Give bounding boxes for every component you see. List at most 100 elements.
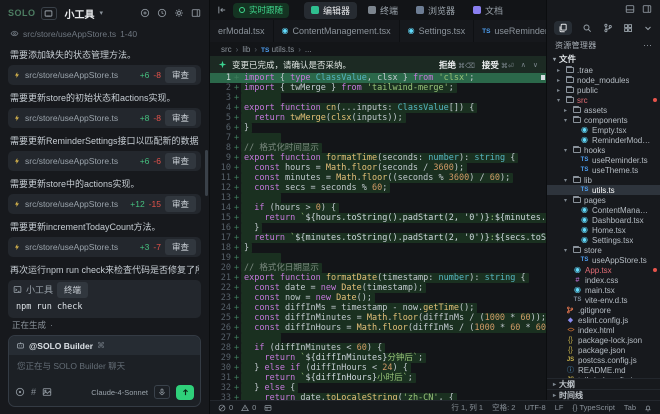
tree-file-ReminderModal.tsx[interactable]: ◉ReminderModal.tsx — [547, 135, 660, 145]
breadcrumb-item[interactable]: src — [221, 45, 232, 54]
status-item[interactable]: Tab — [624, 403, 636, 412]
tree-file-index.css[interactable]: #index.css — [547, 275, 660, 285]
tree-file-README.md[interactable]: ⓘREADME.md — [547, 365, 660, 375]
editor-tab[interactable]: TSuseReminder.ts — [474, 20, 546, 42]
tree-folder-hooks[interactable]: ▾hooks — [547, 145, 660, 155]
status-item[interactable]: UTF-8 — [524, 403, 545, 412]
problems-errors[interactable]: 0 — [218, 403, 233, 412]
collapse-panel-icon[interactable] — [217, 5, 227, 15]
tree-folder-components[interactable]: ▾components — [547, 115, 660, 125]
tree-file-package.json[interactable]: {}package.json — [547, 345, 660, 355]
breadcrumb-item[interactable]: TS utils.ts — [261, 45, 294, 54]
review-button[interactable]: 审查 — [165, 196, 196, 212]
tree-file-index.html[interactable]: <>index.html — [547, 325, 660, 335]
tree-file-useReminder.ts[interactable]: TSuseReminder.ts — [547, 155, 660, 165]
review-button[interactable]: 审查 — [165, 153, 196, 169]
terminal-command-card[interactable]: 小工具终端npm run check — [8, 280, 201, 318]
tree-folder-pages[interactable]: ▾pages — [547, 195, 660, 205]
tree-folder-public[interactable]: ▸public — [547, 85, 660, 95]
image-attach-icon[interactable] — [42, 387, 52, 397]
tree-file-App.tsx[interactable]: ◉App.tsx — [547, 265, 660, 275]
file-change-card[interactable]: src/store/useAppStore.ts+6-6审查 — [8, 151, 201, 171]
reject-button[interactable]: 拒绝⌘⌫ — [439, 59, 475, 71]
chevron-down-icon[interactable]: ▾ — [100, 9, 104, 17]
tree-file-useTheme.ts[interactable]: TSuseTheme.ts — [547, 165, 660, 175]
problems-warnings[interactable]: 0 — [241, 403, 256, 412]
layout-icon[interactable] — [191, 8, 201, 18]
toggle-sidebar-icon[interactable] — [642, 4, 652, 14]
toggle-panel-icon[interactable] — [625, 4, 635, 14]
chat-input-box[interactable]: @SOLO Builder ⌘ 您正在与 SOLO Builder 聊天 # C… — [8, 335, 201, 407]
settings-gear-icon[interactable] — [174, 8, 184, 18]
workspace-root[interactable]: ▾ 文件 — [547, 53, 660, 65]
view-tab-终端[interactable]: 终端 — [361, 2, 405, 19]
tree-file-tailwind.config.js[interactable]: JStailwind.config.js — [547, 375, 660, 378]
command-hash-icon[interactable]: # — [31, 387, 36, 397]
accept-button[interactable]: 接受⌘⏎ — [482, 59, 514, 71]
next-change-icon[interactable]: ∨ — [533, 61, 538, 69]
view-tab-浏览器[interactable]: 浏览器 — [409, 2, 462, 19]
tree-file-Dashboard.tsx[interactable]: ◉Dashboard.tsx — [547, 215, 660, 225]
tree-file-useAppStore.ts[interactable]: TSuseAppStore.ts — [547, 255, 660, 265]
tree-folder-assets[interactable]: ▸assets — [547, 105, 660, 115]
tree-folder-src[interactable]: ▾src — [547, 95, 660, 105]
new-chat-icon[interactable] — [140, 8, 150, 18]
review-button[interactable]: 审查 — [165, 67, 196, 83]
tree-folder-lib[interactable]: ▾lib — [547, 175, 660, 185]
send-button[interactable] — [176, 385, 194, 400]
section-大纲[interactable]: ▸大纲 — [547, 378, 660, 389]
file-change-card[interactable]: src/store/useAppStore.ts+6-8审查 — [8, 65, 201, 85]
panel-title[interactable]: 小工具 — [65, 6, 95, 21]
tree-file-eslint.config.js[interactable]: ◆eslint.config.js — [547, 315, 660, 325]
file-change-card[interactable]: src/store/useAppStore.ts+3-7审查 — [8, 237, 201, 257]
tree-file-Empty.tsx[interactable]: ◉Empty.tsx — [547, 125, 660, 135]
mic-icon[interactable] — [154, 385, 170, 399]
tree-folder-.trae[interactable]: ▸.trae — [547, 65, 660, 75]
editor-tab[interactable]: erModal.tsx — [210, 20, 274, 42]
status-item[interactable]: LF — [555, 403, 564, 412]
breadcrumb-item[interactable]: lib — [242, 45, 250, 54]
tree-file-Settings.tsx[interactable]: ◉Settings.tsx — [547, 235, 660, 245]
review-button[interactable]: 审查 — [165, 239, 196, 255]
more-actions-icon[interactable]: ⋯ — [643, 40, 652, 51]
context-file-row[interactable]: src/store/useAppStore.ts 1-40 — [0, 26, 209, 41]
ports-icon[interactable] — [264, 404, 272, 412]
code-editor[interactable]: 1+import { type ClassValue, clsx } from … — [210, 73, 546, 400]
tree-file-utils.ts[interactable]: TSutils.ts — [547, 185, 660, 195]
chat-scrollbar[interactable] — [205, 150, 208, 196]
review-button[interactable]: 审查 — [165, 110, 196, 126]
search-icon[interactable] — [582, 23, 592, 33]
status-item[interactable]: 行 1, 列 1 — [451, 402, 483, 413]
agent-name[interactable]: @SOLO Builder — [29, 341, 93, 351]
bell-icon[interactable] — [644, 404, 652, 412]
tree-file-ContentManagement.tsx[interactable]: ◉ContentManagement.tsx — [547, 205, 660, 215]
chevron-down-icon[interactable] — [643, 23, 653, 33]
tree-file-Home.tsx[interactable]: ◉Home.tsx — [547, 225, 660, 235]
chat-input-area[interactable]: 您正在与 SOLO Builder 聊天 — [9, 355, 200, 382]
live-follow-badge[interactable]: 实时跟随 — [233, 3, 289, 18]
section-时间线[interactable]: ▸时间线 — [547, 389, 660, 400]
file-change-card[interactable]: src/store/useAppStore.ts+12-15审查 — [8, 194, 201, 214]
tree-file-vite-env.d.ts[interactable]: TSvite-env.d.ts — [547, 295, 660, 305]
file-change-card[interactable]: src/store/useAppStore.ts+8-8审查 — [8, 108, 201, 128]
view-tab-编辑器[interactable]: 编辑器 — [304, 2, 357, 19]
ide-toggle-icon[interactable] — [41, 7, 57, 20]
tree-file-package-lock.json[interactable]: {}package-lock.json — [547, 335, 660, 345]
source-control-icon[interactable] — [603, 23, 613, 33]
open-terminal-button[interactable]: 终端 — [57, 282, 88, 298]
explorer-files-icon[interactable] — [554, 21, 572, 35]
tree-file-.gitignore[interactable]: .gitignore — [547, 305, 660, 315]
tree-file-postcss.config.js[interactable]: JSpostcss.config.js — [547, 355, 660, 365]
prev-change-icon[interactable]: ∧ — [521, 61, 526, 69]
status-item[interactable]: 空格: 2 — [492, 402, 515, 413]
editor-tab[interactable]: ◉Settings.tsx — [400, 20, 475, 42]
editor-tab[interactable]: ◉ContentManagement.tsx — [274, 20, 400, 42]
status-item[interactable]: {}TypeScript — [572, 403, 614, 412]
model-selector[interactable]: Claude-4-Sonnet — [91, 388, 148, 397]
view-tab-文档[interactable]: 文档 — [466, 2, 510, 19]
history-icon[interactable] — [157, 8, 167, 18]
tree-folder-node_modules[interactable]: ▸node_modules — [547, 75, 660, 85]
tree-folder-store[interactable]: ▾store — [547, 245, 660, 255]
breadcrumb-item[interactable]: ... — [305, 45, 312, 54]
tree-file-main.tsx[interactable]: ◉main.tsx — [547, 285, 660, 295]
